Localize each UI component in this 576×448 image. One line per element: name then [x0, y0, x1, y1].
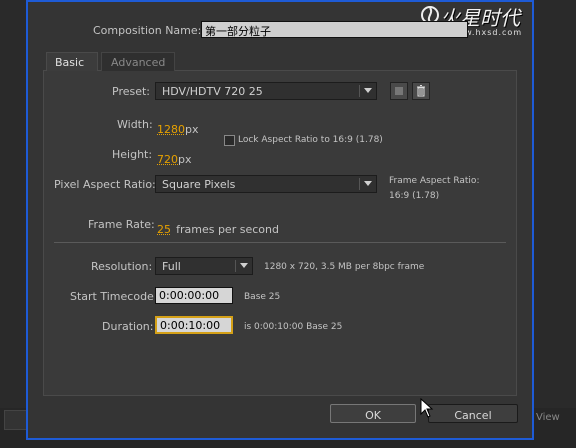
background-right-panel [532, 0, 576, 448]
background-left-panel [0, 0, 29, 448]
width-field[interactable]: 1280px [157, 118, 199, 137]
width-unit: px [185, 123, 199, 136]
pixel-aspect-label: Pixel Aspect Ratio: [54, 178, 156, 191]
preset-value: HDV/HDTV 720 25 [162, 85, 263, 98]
preset-label: Preset: [112, 85, 151, 98]
chevron-down-icon [240, 263, 248, 268]
start-timecode-input[interactable]: 0:00:00:00 [155, 287, 233, 304]
width-value[interactable]: 1280 [157, 123, 185, 136]
dropdown-separator [235, 260, 236, 272]
preset-dropdown[interactable]: HDV/HDTV 720 25 [155, 82, 377, 100]
resolution-info: 1280 x 720, 3.5 MB per 8bpc frame [264, 262, 425, 272]
mouse-cursor-icon [420, 398, 434, 418]
footer-toggle-button[interactable] [4, 410, 28, 430]
duration-input[interactable]: 0:00:10:00 [155, 316, 233, 334]
tab-advanced[interactable]: Advanced [101, 52, 175, 71]
chevron-down-icon [364, 181, 372, 186]
duration-label: Duration: [102, 320, 154, 333]
lock-aspect-label: Lock Aspect Ratio to 16:9 (1.78) [238, 135, 383, 145]
start-timecode-base: Base 25 [244, 292, 281, 302]
save-preset-icon [395, 87, 403, 95]
section-divider [54, 242, 506, 243]
composition-name-input[interactable]: 第一部分粒子 [201, 21, 468, 38]
start-timecode-label: Start Timecode: [70, 290, 158, 303]
lock-aspect-checkbox[interactable] [224, 135, 235, 146]
duration-info: is 0:00:10:00 Base 25 [244, 322, 343, 332]
pixel-aspect-dropdown[interactable]: Square Pixels [155, 175, 377, 193]
height-label: Height: [112, 148, 153, 161]
pixel-aspect-value: Square Pixels [162, 178, 236, 191]
footer-view-label: View [536, 412, 560, 423]
save-preset-button[interactable] [390, 82, 408, 100]
height-unit: px [178, 153, 192, 166]
dropdown-separator [359, 178, 360, 190]
resolution-value: Full [162, 260, 181, 273]
width-label: Width: [117, 118, 153, 131]
frame-aspect-label: Frame Aspect Ratio: [389, 176, 480, 186]
frame-rate-label: Frame Rate: [88, 218, 155, 231]
frame-rate-value[interactable]: 25 [157, 223, 171, 236]
chevron-down-icon [364, 88, 372, 93]
height-field[interactable]: 720px [157, 148, 192, 167]
delete-preset-button[interactable] [412, 82, 430, 100]
frame-rate-field[interactable]: 25 frames per second [157, 218, 279, 237]
dropdown-separator [359, 85, 360, 97]
resolution-label: Resolution: [91, 260, 153, 273]
trash-icon [417, 85, 425, 97]
height-value[interactable]: 720 [157, 153, 178, 166]
frame-aspect-value: 16:9 (1.78) [389, 191, 440, 201]
cancel-button[interactable]: Cancel [428, 404, 518, 423]
resolution-dropdown[interactable]: Full [155, 257, 253, 275]
tab-basic[interactable]: Basic [46, 52, 98, 71]
frame-rate-unit: frames per second [176, 223, 279, 236]
ok-button[interactable]: OK [330, 404, 416, 423]
composition-name-label: Composition Name: [93, 24, 202, 37]
settings-panel [43, 70, 517, 396]
